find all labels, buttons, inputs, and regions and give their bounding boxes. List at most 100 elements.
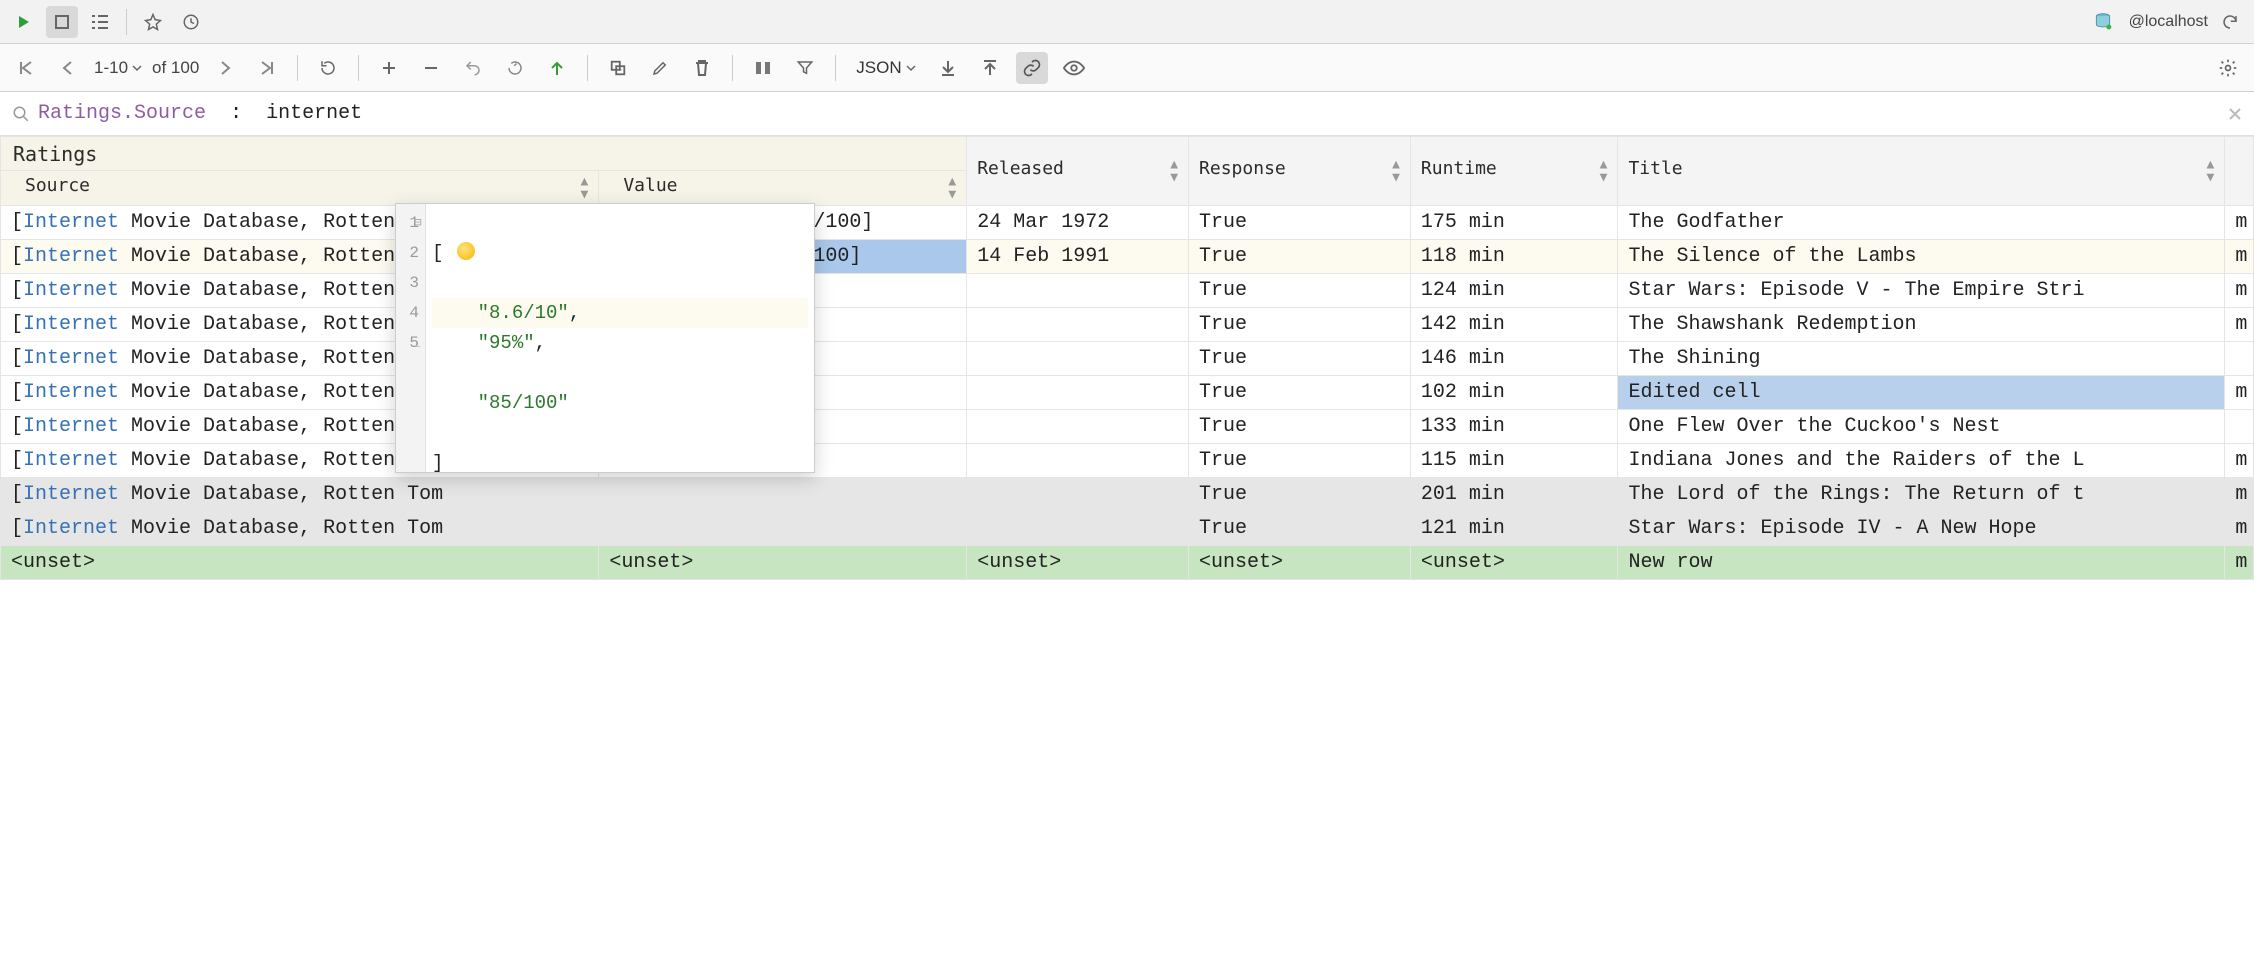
cell-runtime[interactable]: <unset> — [1410, 546, 1618, 580]
cell-released[interactable] — [967, 342, 1189, 376]
filter-expression[interactable]: Ratings.Source : internet — [38, 102, 362, 125]
cell-released[interactable] — [967, 444, 1189, 478]
column-extra[interactable] — [2225, 137, 2254, 206]
cell-title[interactable]: New row — [1618, 546, 2225, 580]
cell-title[interactable]: The Godfather — [1618, 206, 2225, 240]
table-row[interactable]: [Internet Movie Database, Rotten Tom Tru… — [1, 274, 2254, 308]
list-icon[interactable] — [84, 6, 116, 38]
cell-runtime[interactable]: 118 min — [1410, 240, 1618, 274]
view-format-dropdown[interactable]: JSON — [850, 54, 921, 82]
column-response[interactable]: Response▲▼ — [1189, 137, 1411, 206]
cell-m[interactable]: m — [2225, 512, 2254, 546]
submit-up-icon[interactable] — [541, 52, 573, 84]
cell-response[interactable]: True — [1189, 376, 1411, 410]
stop-icon[interactable] — [46, 6, 78, 38]
cell-released[interactable]: 14 Feb 1991 — [967, 240, 1189, 274]
cell-response[interactable]: True — [1189, 410, 1411, 444]
cell-runtime[interactable]: 121 min — [1410, 512, 1618, 546]
table-row[interactable]: [Internet Movie Database, Rotten Tom Tru… — [1, 342, 2254, 376]
bulb-icon[interactable] — [457, 242, 475, 260]
cell-m[interactable]: m — [2225, 376, 2254, 410]
page-range-dropdown[interactable]: 1-10 — [94, 58, 142, 78]
cell-title[interactable]: The Silence of the Lambs — [1618, 240, 2225, 274]
column-runtime[interactable]: Runtime▲▼ — [1410, 137, 1618, 206]
run-icon[interactable] — [8, 6, 40, 38]
close-icon[interactable] — [2228, 107, 2242, 121]
cell-m[interactable]: m — [2225, 308, 2254, 342]
star-icon[interactable] — [137, 6, 169, 38]
cell-runtime[interactable]: 115 min — [1410, 444, 1618, 478]
cell-runtime[interactable]: 201 min — [1410, 478, 1618, 512]
cell-runtime[interactable]: 133 min — [1410, 410, 1618, 444]
cell-title[interactable]: The Lord of the Rings: The Return of t — [1618, 478, 2225, 512]
link-icon[interactable] — [1016, 52, 1048, 84]
last-page-icon[interactable] — [251, 52, 283, 84]
cell-m[interactable]: m — [2225, 546, 2254, 580]
cell-m[interactable]: m — [2225, 444, 2254, 478]
filter-funnel-icon[interactable] — [789, 52, 821, 84]
cell-json-editor[interactable]: 1 2 3 4 5 ⊟[ "8.6/10", "95%", "85/100" ⌞… — [395, 203, 815, 473]
clone-row-icon[interactable] — [602, 52, 634, 84]
table-row[interactable]: [Internet Movie Database, Rotten Tom Tru… — [1, 478, 2254, 512]
cell-released[interactable] — [967, 512, 1189, 546]
edit-icon[interactable] — [644, 52, 676, 84]
fold-minus-icon[interactable]: ⊟ — [413, 208, 423, 238]
commit-icon[interactable] — [499, 52, 531, 84]
cell-response[interactable]: True — [1189, 240, 1411, 274]
cell-m[interactable]: m — [2225, 478, 2254, 512]
cell-title[interactable]: Indiana Jones and the Raiders of the L — [1618, 444, 2225, 478]
cell-m[interactable]: m — [2225, 206, 2254, 240]
reload-icon[interactable] — [312, 52, 344, 84]
cell-title[interactable]: Star Wars: Episode V - The Empire Stri — [1618, 274, 2225, 308]
table-row[interactable]: [Internet Movie Database, Rotten Tom Tru… — [1, 512, 2254, 546]
cell-title[interactable]: Star Wars: Episode IV - A New Hope — [1618, 512, 2225, 546]
cell-response[interactable]: True — [1189, 444, 1411, 478]
table-row[interactable]: [Internet Movie Database, Rotten Tomat [… — [1, 240, 2254, 274]
column-group-ratings[interactable]: Ratings — [1, 137, 967, 171]
delete-icon[interactable] — [686, 52, 718, 84]
cell-source[interactable]: <unset> — [1, 546, 599, 580]
cell-released[interactable] — [967, 410, 1189, 444]
cell-response[interactable]: True — [1189, 342, 1411, 376]
next-page-icon[interactable] — [209, 52, 241, 84]
cell-released[interactable] — [967, 376, 1189, 410]
table-row[interactable]: [Internet Movie Database, Rotten Tom Tru… — [1, 308, 2254, 342]
cell-title[interactable]: One Flew Over the Cuckoo's Nest — [1618, 410, 2225, 444]
cell-runtime[interactable]: 142 min — [1410, 308, 1618, 342]
table-row[interactable]: [Internet Movie Database, Rotten Tomat [… — [1, 206, 2254, 240]
cell-released[interactable]: <unset> — [967, 546, 1189, 580]
history-icon[interactable] — [175, 6, 207, 38]
cell-released[interactable]: 24 Mar 1972 — [967, 206, 1189, 240]
cell-m[interactable]: m — [2225, 274, 2254, 308]
revert-icon[interactable] — [457, 52, 489, 84]
table-row[interactable]: [Internet Movie Database, Rotten Tom Tru… — [1, 376, 2254, 410]
cell-title[interactable]: The Shawshank Redemption — [1618, 308, 2225, 342]
new-row[interactable]: <unset> <unset> <unset> <unset> <unset> … — [1, 546, 2254, 580]
eye-icon[interactable] — [1058, 52, 1090, 84]
cell-m[interactable] — [2225, 410, 2254, 444]
cell-value[interactable]: <unset> — [599, 546, 967, 580]
cell-response[interactable]: True — [1189, 274, 1411, 308]
column-value[interactable]: Value▲▼ — [599, 171, 967, 206]
cell-released[interactable] — [967, 308, 1189, 342]
cell-title[interactable]: The Shining — [1618, 342, 2225, 376]
cell-response[interactable]: <unset> — [1189, 546, 1411, 580]
add-row-icon[interactable] — [373, 52, 405, 84]
remove-row-icon[interactable] — [415, 52, 447, 84]
import-up-icon[interactable] — [974, 52, 1006, 84]
cell-response[interactable]: True — [1189, 206, 1411, 240]
cell-m[interactable] — [2225, 342, 2254, 376]
table-row[interactable]: [Internet Movie Database, Rotten Tom Tru… — [1, 410, 2254, 444]
cell-runtime[interactable]: 175 min — [1410, 206, 1618, 240]
cell-m[interactable]: m — [2225, 240, 2254, 274]
cell-released[interactable] — [967, 478, 1189, 512]
prev-page-icon[interactable] — [52, 52, 84, 84]
cell-response[interactable]: True — [1189, 512, 1411, 546]
table-row[interactable]: [Internet Movie Database, Rotten Tom Tru… — [1, 444, 2254, 478]
json-body[interactable]: ⊟[ "8.6/10", "95%", "85/100" ⌞] — [426, 204, 814, 472]
cell-runtime[interactable]: 146 min — [1410, 342, 1618, 376]
search-icon[interactable] — [12, 105, 30, 123]
cell-response[interactable]: True — [1189, 308, 1411, 342]
compare-icon[interactable] — [747, 52, 779, 84]
column-released[interactable]: Released▲▼ — [967, 137, 1189, 206]
